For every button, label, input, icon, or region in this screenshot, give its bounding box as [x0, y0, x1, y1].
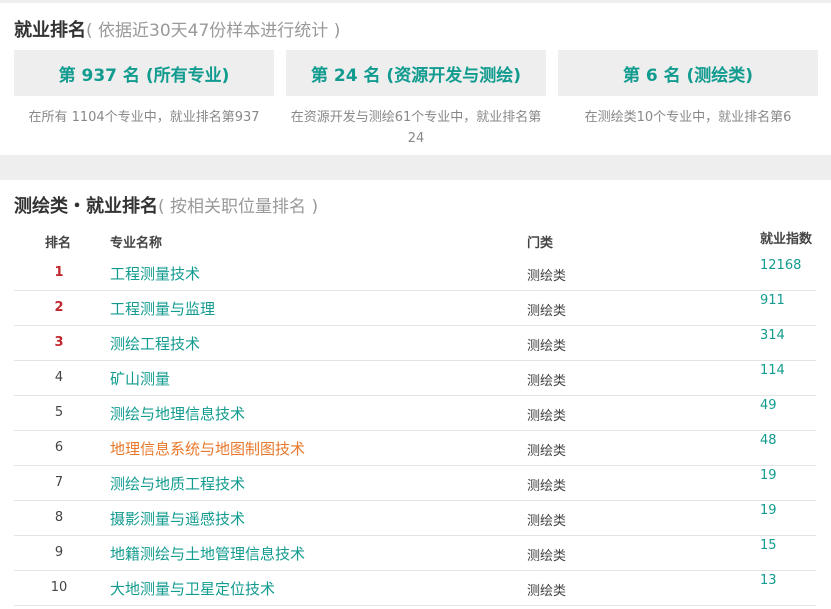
- rank-number: 4: [54, 370, 64, 385]
- major-name-link[interactable]: 地籍测绘与土地管理信息技术: [110, 543, 305, 564]
- rank-number: 7: [54, 475, 64, 490]
- category-text: 测绘类: [527, 409, 567, 424]
- major-name-link[interactable]: 测绘与地理信息技术: [110, 403, 245, 424]
- category-text: 测绘类: [527, 304, 567, 319]
- category-text: 测绘类: [527, 514, 567, 529]
- rank-desc-discipline: 在资源开发与测绘61个专业中，就业排名第24: [290, 110, 542, 146]
- major-name-link[interactable]: 测绘与地质工程技术: [110, 473, 245, 494]
- major-name-link[interactable]: 测绘工程技术: [110, 333, 200, 354]
- major-name-link[interactable]: 矿山测量: [110, 368, 170, 389]
- employment-index: 13: [760, 573, 777, 588]
- table-row: 3 测绘工程技术 测绘类 314: [14, 325, 816, 361]
- header-category: 门类: [527, 236, 554, 251]
- header-employment-index: 就业指数: [760, 232, 813, 247]
- major-name-link[interactable]: 工程测量技术: [110, 263, 200, 284]
- rank-number: 3: [54, 335, 64, 350]
- employment-index: 19: [760, 468, 777, 483]
- table-row: 4 矿山测量 测绘类 114: [14, 360, 816, 396]
- rank-number: 6: [54, 440, 64, 455]
- table-row: 2 工程测量与监理 测绘类 911: [14, 290, 816, 326]
- table-row: 1 工程测量技术 测绘类 12168: [14, 255, 816, 291]
- rank-number: 1: [54, 265, 64, 280]
- rank-number: 8: [54, 510, 64, 525]
- header-rank: 排名: [45, 236, 72, 251]
- rank-box-all-majors: 第 937 名 (所有专业): [14, 50, 274, 96]
- table-row: 7 测绘与地质工程技术 测绘类 19: [14, 465, 816, 501]
- employment-index: 49: [760, 398, 777, 413]
- major-name-link[interactable]: 工程测量与监理: [110, 298, 215, 319]
- table-row: 10 大地测量与卫星定位技术 测绘类 13: [14, 570, 816, 606]
- category-text: 测绘类: [527, 444, 567, 459]
- employment-index: 19: [760, 503, 777, 518]
- employment-index: 15: [760, 538, 777, 553]
- rank-number: 2: [54, 300, 64, 315]
- ranking-title: 就业排名( 依据近30天47份样本进行统计 ): [14, 20, 341, 41]
- table-row: 6 地理信息系统与地图制图技术 测绘类 48: [14, 430, 816, 466]
- category-text: 测绘类: [527, 584, 567, 599]
- category-text: 测绘类: [527, 549, 567, 564]
- employment-index: 314: [760, 328, 785, 343]
- ranking-subtitle: ( 依据近30天47份样本进行统计 ): [86, 21, 341, 41]
- category-ranking-title: 测绘类・就业排名( 按相关职位量排名 ): [14, 196, 319, 217]
- major-name-link-current[interactable]: 地理信息系统与地图制图技术: [110, 438, 305, 459]
- employment-index: 911: [760, 293, 785, 308]
- rank-number: 5: [54, 405, 64, 420]
- rank-number: 10: [50, 580, 68, 595]
- major-name-link[interactable]: 大地测量与卫星定位技术: [110, 578, 275, 599]
- rank-box-discipline: 第 24 名 (资源开发与测绘): [286, 50, 546, 96]
- employment-index: 48: [760, 433, 777, 448]
- header-major-name: 专业名称: [110, 236, 163, 251]
- table-row: 8 摄影测量与遥感技术 测绘类 19: [14, 500, 816, 536]
- rank-number: 9: [54, 545, 64, 560]
- employment-index: 114: [760, 363, 785, 378]
- table-row: 9 地籍测绘与土地管理信息技术 测绘类 15: [14, 535, 816, 571]
- rank-desc-category: 在测绘类10个专业中，就业排名第6: [584, 110, 792, 125]
- category-text: 测绘类: [527, 479, 567, 494]
- employment-index: 12168: [760, 258, 802, 273]
- category-ranking-subtitle: ( 按相关职位量排名 ): [158, 197, 319, 217]
- major-name-link[interactable]: 摄影测量与遥感技术: [110, 508, 245, 529]
- table-row: 5 测绘与地理信息技术 测绘类 49: [14, 395, 816, 431]
- category-ranking-card: 测绘类・就业排名( 按相关职位量排名 ) 排名 专业名称 门类 就业指数 1 工…: [0, 180, 831, 609]
- category-text: 测绘类: [527, 339, 567, 354]
- rank-desc-all-majors: 在所有 1104个专业中，就业排名第937: [28, 110, 260, 125]
- category-text: 测绘类: [527, 269, 567, 284]
- rank-box-category: 第 6 名 (测绘类): [558, 50, 818, 96]
- category-text: 测绘类: [527, 374, 567, 389]
- employment-ranking-card: 就业排名( 依据近30天47份样本进行统计 ) 第 937 名 (所有专业) 第…: [0, 3, 831, 155]
